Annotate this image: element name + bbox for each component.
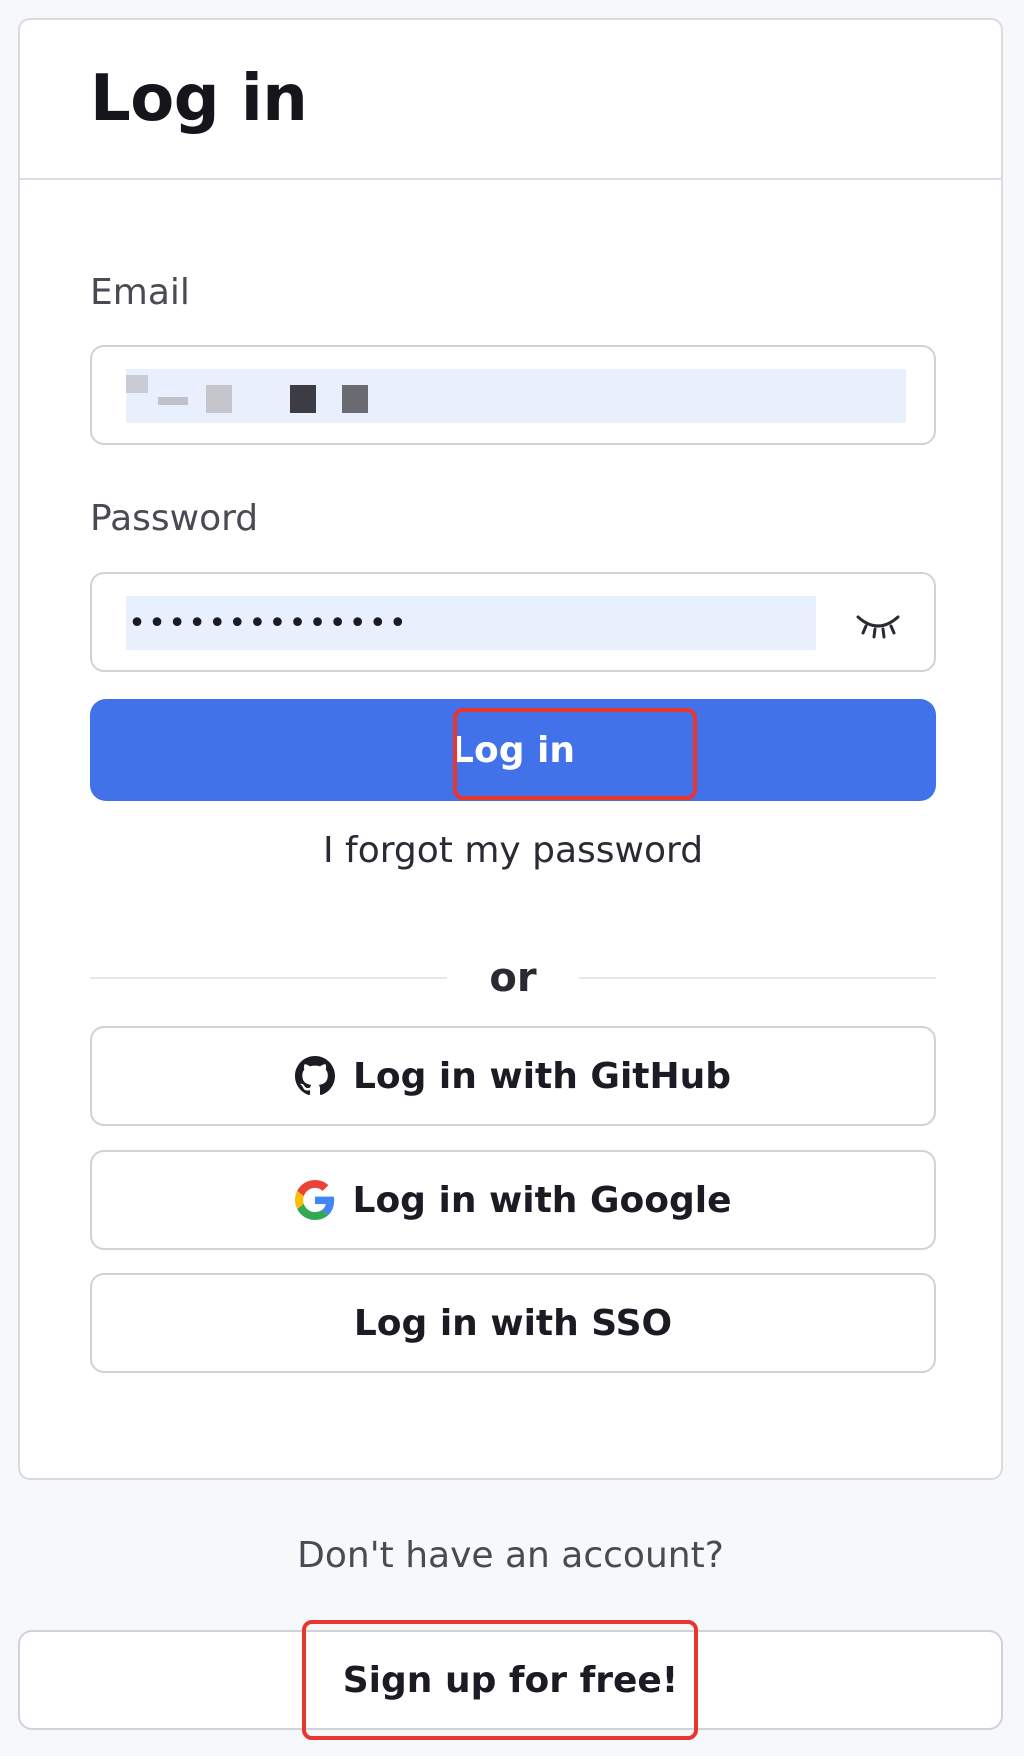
page-title: Log in [90, 62, 308, 136]
github-icon [294, 1056, 335, 1096]
sso-login-label: Log in with SSO [353, 1302, 673, 1344]
github-login-button[interactable]: Log in with GitHub [90, 1026, 936, 1126]
password-field-container [90, 572, 936, 672]
google-login-button[interactable]: Log in with Google [90, 1150, 936, 1250]
signup-button[interactable]: Sign up for free! [18, 1620, 1003, 1740]
password-label: Password [90, 498, 259, 539]
no-account-prompt: Don't have an account? [297, 1535, 724, 1576]
login-button-label: Log in [451, 729, 575, 771]
password-input[interactable] [126, 596, 816, 650]
email-input[interactable] [126, 369, 906, 423]
github-login-label: Log in with GitHub [352, 1055, 732, 1097]
google-login-label: Log in with Google [352, 1179, 732, 1221]
signup-label: Sign up for free! [342, 1659, 679, 1701]
or-text: or [489, 955, 537, 1001]
divider-line-left [90, 977, 448, 979]
google-icon [294, 1180, 334, 1220]
eye-closed-icon [856, 615, 900, 639]
login-button[interactable]: Log in [90, 699, 936, 801]
card-header: Log in [20, 20, 1001, 180]
login-page: Log in Email Password •••••••••••••• Log… [0, 0, 1024, 1756]
email-field-container [90, 345, 936, 445]
login-card: Log in Email Password •••••••••••••• Log… [18, 18, 1003, 1480]
show-password-button[interactable] [852, 600, 904, 648]
sso-login-button[interactable]: Log in with SSO [90, 1273, 936, 1373]
email-label: Email [90, 272, 190, 313]
or-divider: or [90, 948, 936, 1008]
divider-line-right [578, 977, 936, 979]
forgot-password-link[interactable]: I forgot my password [90, 830, 936, 871]
